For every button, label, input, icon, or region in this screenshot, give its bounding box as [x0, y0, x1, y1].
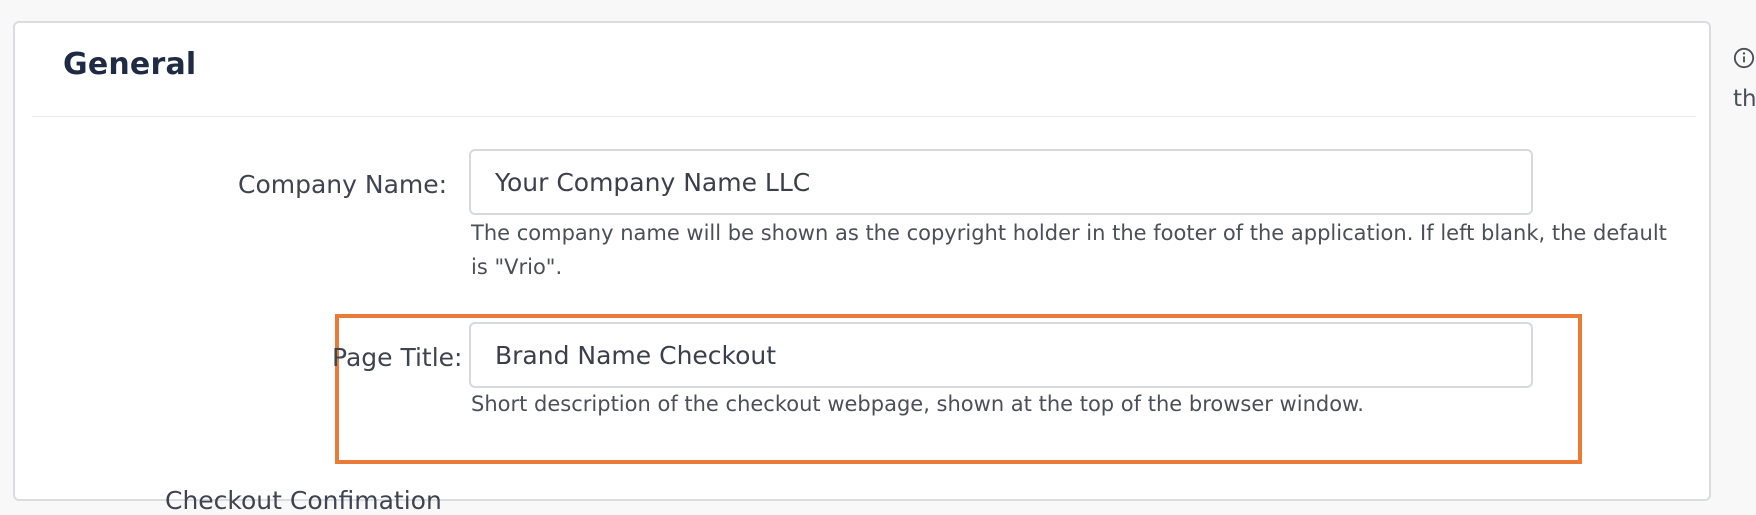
company-name-help: The company name will be shown as the co… [471, 221, 1667, 279]
general-settings-panel: General Company Name: The company name w… [13, 21, 1711, 515]
company-name-label: Company Name: [238, 170, 448, 199]
section-divider [32, 116, 1696, 117]
info-icon [1733, 47, 1755, 69]
page-title-help: Short description of the checkout webpag… [471, 392, 1364, 416]
page-title-label: Page Title: [332, 343, 463, 372]
page-title-input[interactable] [469, 322, 1533, 388]
section-title: General [63, 47, 197, 82]
side-help-panel: th [1733, 47, 1756, 112]
side-help-text: th [1733, 86, 1756, 112]
checkout-confirmation-label: Checkout Confimation [165, 486, 442, 515]
company-name-input[interactable] [469, 149, 1533, 215]
